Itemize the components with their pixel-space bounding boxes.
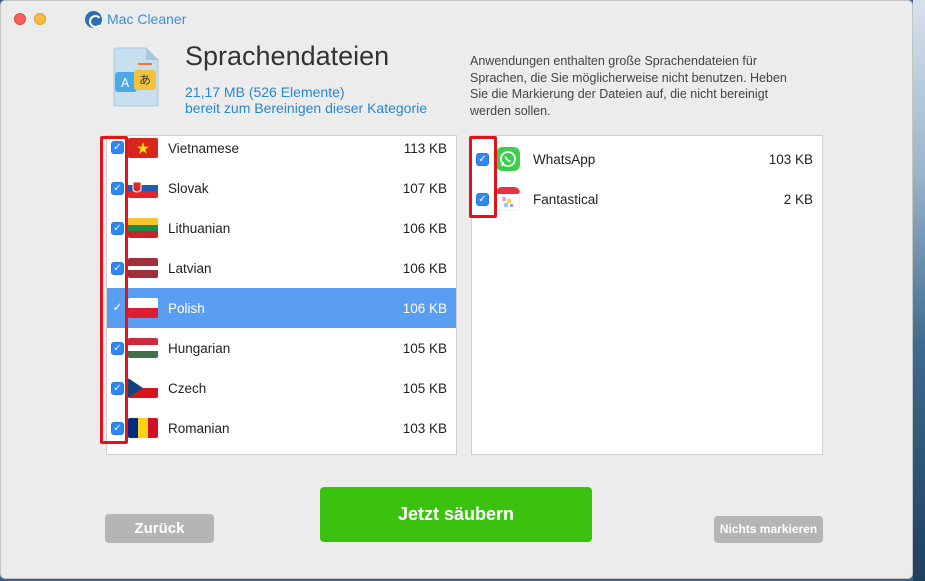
- language-size: 105 KB: [402, 380, 447, 396]
- app-row-whatsapp[interactable]: ✓ WhatsApp 103 KB: [472, 139, 822, 179]
- slovakia-flag-icon: [128, 178, 158, 198]
- language-size: 106 KB: [402, 300, 447, 316]
- language-size: 107 KB: [402, 180, 447, 196]
- app-title-label: Mac Cleaner: [107, 11, 187, 27]
- checkbox[interactable]: ✓: [476, 152, 489, 166]
- language-files-icon: A あ: [113, 47, 159, 107]
- mac-cleaner-logo-icon: [85, 10, 102, 28]
- unmark-all-button[interactable]: Nichts markieren: [714, 516, 823, 543]
- icon-letter-jp: あ: [139, 73, 151, 87]
- hungary-flag-icon: [128, 338, 158, 358]
- language-row-vietnamese[interactable]: ✓ Vietnamese 113 KB: [107, 128, 456, 168]
- language-name: Slovak: [168, 180, 209, 196]
- lithuania-flag-icon: [128, 218, 158, 238]
- language-name: Hungarian: [168, 340, 231, 356]
- checkbox[interactable]: ✓: [111, 421, 124, 435]
- app-size: 2 KB: [783, 191, 813, 207]
- language-row-romanian[interactable]: ✓ Romanian 103 KB: [107, 408, 456, 448]
- language-name: Lithuanian: [168, 220, 231, 236]
- checkbox[interactable]: ✓: [111, 261, 124, 275]
- checkbox[interactable]: ✓: [476, 192, 489, 206]
- category-status: bereit zum Bereinigen dieser Kategorie: [185, 100, 428, 116]
- clean-now-button[interactable]: Jetzt säubern: [320, 487, 592, 542]
- fantastical-icon: [496, 187, 520, 211]
- language-name: Latvian: [168, 260, 212, 276]
- app-window: Mac Cleaner A あ Sprachendateien 21,17 MB…: [0, 0, 913, 579]
- category-title: Sprachendateien: [185, 41, 390, 71]
- category-stats: 21,17 MB (526 Elemente) bereit zum Berei…: [185, 84, 427, 116]
- checkbox[interactable]: ✓: [111, 341, 124, 355]
- language-name: Romanian: [168, 420, 230, 436]
- language-row-slovak[interactable]: ✓ Slovak 107 KB: [107, 168, 456, 208]
- apps-list[interactable]: ✓ WhatsApp 103 KB ✓ Fantastical 2 KB: [471, 135, 823, 455]
- poland-flag-icon: [128, 298, 158, 318]
- romania-flag-icon: [128, 418, 158, 438]
- app-name: WhatsApp: [533, 151, 596, 167]
- checkbox[interactable]: ✓: [111, 141, 124, 154]
- app-size: 103 KB: [768, 151, 813, 167]
- language-row-lithuanian[interactable]: ✓ Lithuanian 106 KB: [107, 208, 456, 248]
- checkbox[interactable]: ✓: [111, 221, 124, 235]
- latvia-flag-icon: [128, 258, 158, 278]
- language-size: 103 KB: [402, 420, 447, 436]
- language-name: Polish: [168, 300, 205, 316]
- whatsapp-icon: [496, 147, 520, 171]
- close-window-button[interactable]: [14, 13, 26, 25]
- checkbox[interactable]: ✓: [111, 381, 124, 395]
- czech-flag-icon: [128, 378, 158, 398]
- minimize-window-button[interactable]: [34, 13, 46, 25]
- app-name: Fantastical: [533, 191, 599, 207]
- language-row-hungarian[interactable]: ✓ Hungarian 105 KB: [107, 328, 456, 368]
- language-row-latvian[interactable]: ✓ Latvian 106 KB: [107, 248, 456, 288]
- language-size: 105 KB: [402, 340, 447, 356]
- desktop-background: [913, 0, 925, 581]
- icon-letter-a: A: [121, 76, 130, 90]
- app-title: Mac Cleaner: [85, 10, 186, 28]
- app-row-fantastical[interactable]: ✓ Fantastical 2 KB: [472, 179, 822, 219]
- vietnam-flag-icon: [128, 138, 158, 158]
- language-row-polish[interactable]: ✓ Polish 106 KB: [107, 288, 456, 328]
- language-row-czech[interactable]: ✓ Czech 105 KB: [107, 368, 456, 408]
- language-size: 106 KB: [402, 260, 447, 276]
- back-button[interactable]: Zurück: [105, 514, 214, 543]
- language-name: Vietnamese: [168, 140, 240, 156]
- language-size: 113 KB: [403, 140, 447, 156]
- checkbox[interactable]: ✓: [111, 181, 124, 195]
- languages-list[interactable]: ✓ Vietnamese 113 KB ✓ Slovak 107 KB ✓ Li…: [106, 135, 457, 455]
- category-size: 21,17 MB (526 Elemente): [185, 84, 345, 100]
- titlebar: Mac Cleaner: [1, 1, 912, 35]
- category-description: Anwendungen enthalten große Sprachendate…: [470, 54, 787, 118]
- language-name: Czech: [168, 380, 207, 396]
- checkbox[interactable]: ✓: [111, 301, 124, 315]
- language-size: 106 KB: [402, 220, 447, 236]
